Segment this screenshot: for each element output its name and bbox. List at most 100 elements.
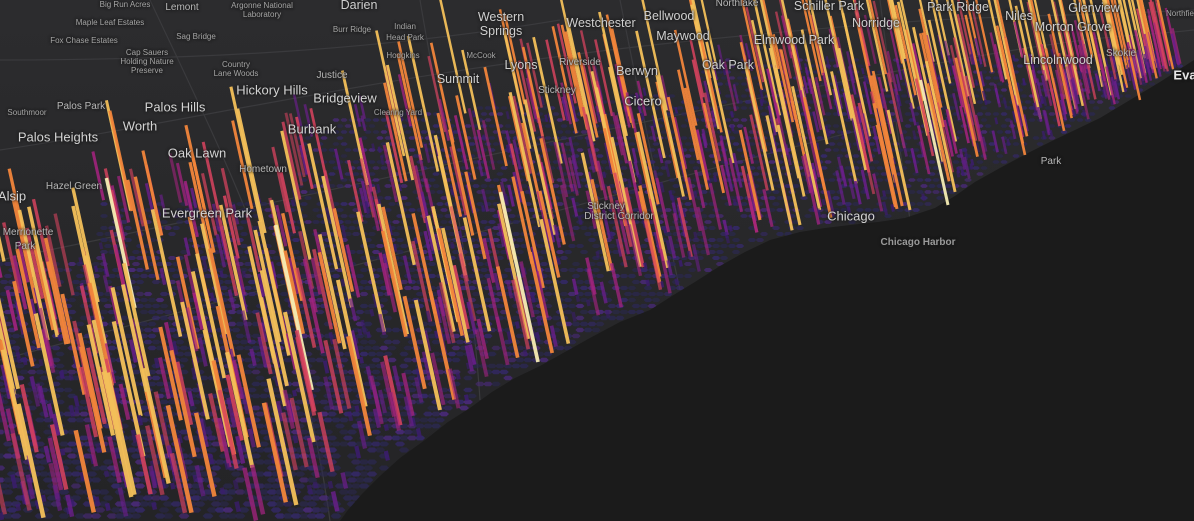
density-column xyxy=(674,278,680,286)
density-column xyxy=(674,106,679,114)
density-column xyxy=(956,170,961,178)
density-column xyxy=(369,308,375,317)
density-column xyxy=(481,205,486,212)
density-column xyxy=(728,225,733,232)
density-column xyxy=(376,183,381,193)
density-column xyxy=(357,328,363,336)
map-canvas[interactable] xyxy=(0,0,1194,521)
density-column xyxy=(73,395,80,407)
density-column xyxy=(290,199,296,207)
density-column xyxy=(328,331,335,345)
density-column xyxy=(392,243,398,252)
density-column xyxy=(98,242,104,250)
density-column xyxy=(645,279,651,287)
density-column xyxy=(413,237,419,245)
density-column xyxy=(130,429,138,443)
density-column xyxy=(1022,78,1026,86)
density-column xyxy=(1082,109,1087,118)
density-column xyxy=(383,424,389,432)
density-column xyxy=(471,110,476,118)
density-column xyxy=(865,77,870,85)
density-column xyxy=(241,444,247,452)
density-column xyxy=(463,394,470,402)
density-column xyxy=(890,203,895,212)
density-column xyxy=(1041,130,1047,140)
density-column xyxy=(693,190,698,198)
density-column xyxy=(366,331,371,338)
density-column xyxy=(322,360,330,374)
density-column xyxy=(201,258,208,269)
density-column xyxy=(534,331,541,343)
density-column xyxy=(585,139,591,147)
density-column xyxy=(340,278,346,287)
density-column xyxy=(354,445,362,459)
density-column xyxy=(994,117,999,125)
density-column xyxy=(1038,101,1043,108)
density-column xyxy=(730,110,734,118)
density-column xyxy=(840,130,845,139)
density-column xyxy=(57,334,63,342)
density-column xyxy=(383,450,390,461)
density-column xyxy=(347,411,354,422)
density-column xyxy=(678,259,684,267)
density-column xyxy=(544,114,549,123)
density-column xyxy=(506,331,513,344)
density-column xyxy=(1006,138,1011,146)
density-column xyxy=(1071,109,1076,117)
density-column xyxy=(860,67,865,75)
density-column xyxy=(1012,54,1016,62)
density-column xyxy=(358,356,365,364)
density-column xyxy=(74,406,80,415)
density-column xyxy=(974,79,979,86)
density-column xyxy=(514,321,520,329)
density-column xyxy=(153,357,160,369)
density-column xyxy=(22,356,28,366)
density-column xyxy=(354,405,360,413)
density-column xyxy=(642,262,648,270)
density-column xyxy=(482,134,487,142)
density-column xyxy=(425,310,432,323)
density-column xyxy=(1141,77,1145,85)
density-column xyxy=(241,270,247,278)
density-column xyxy=(713,175,718,183)
density-column xyxy=(577,215,583,226)
density-column xyxy=(627,178,632,188)
density-column xyxy=(522,349,528,357)
density-column xyxy=(78,256,84,265)
density-column xyxy=(571,311,577,322)
density-column xyxy=(969,163,974,170)
density-column xyxy=(556,258,562,265)
density-column xyxy=(536,317,542,326)
density-column xyxy=(605,309,611,318)
density-column xyxy=(759,98,764,107)
density-column xyxy=(505,111,510,120)
density-column xyxy=(609,231,614,240)
density-column xyxy=(640,112,645,120)
density-column xyxy=(730,124,735,132)
density-column xyxy=(292,434,299,444)
density-column xyxy=(38,358,44,367)
density-column xyxy=(415,427,422,438)
density-column xyxy=(450,241,455,250)
density-column xyxy=(530,292,536,303)
density-column xyxy=(41,301,47,309)
density-column xyxy=(602,171,607,179)
density-column xyxy=(59,369,65,380)
density-column xyxy=(377,146,382,153)
density-column xyxy=(93,265,99,273)
density-column xyxy=(881,190,887,197)
density-column xyxy=(960,169,965,177)
density-column xyxy=(206,320,213,333)
density-column xyxy=(68,404,76,417)
density-column xyxy=(291,389,298,397)
density-column xyxy=(821,198,826,206)
density-column xyxy=(1049,130,1054,137)
density-column xyxy=(136,414,144,426)
density-column xyxy=(585,299,591,307)
density-column xyxy=(665,240,671,251)
density-column xyxy=(912,130,917,140)
density-column xyxy=(725,235,731,244)
density-column xyxy=(455,372,461,380)
density-column xyxy=(457,230,463,239)
density-column xyxy=(114,390,121,403)
